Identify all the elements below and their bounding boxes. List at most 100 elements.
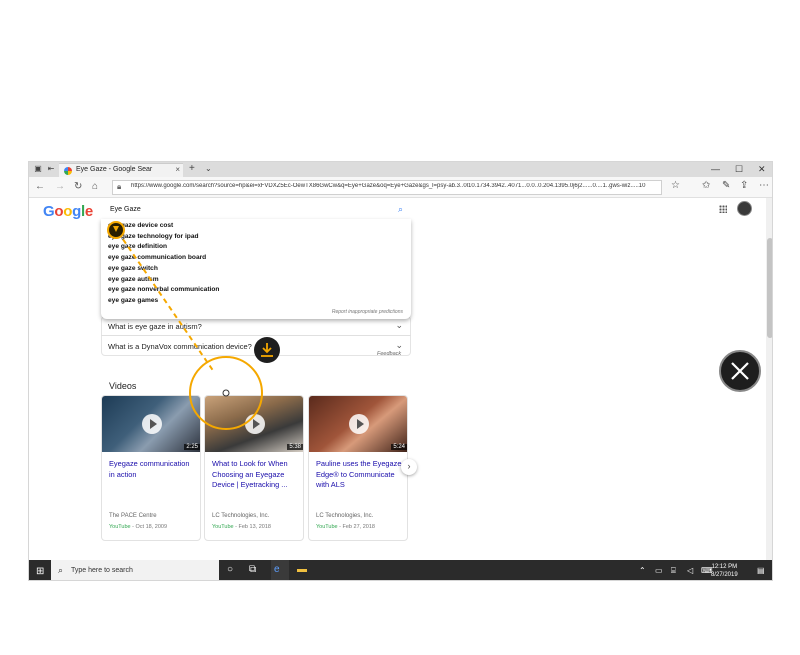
tab-close-icon[interactable]: × [175, 165, 180, 174]
search-icon: ⌕ [58, 565, 64, 575]
search-query: Eye Gaze [110, 206, 141, 213]
video-meta: YouTube - Feb 13, 2018 [212, 524, 271, 530]
video-date: - Oct 18, 2009 [132, 524, 168, 530]
videos-next-button[interactable]: › [401, 459, 417, 475]
suggestion-item[interactable]: eye gaze games [108, 297, 158, 304]
url-input[interactable]: 🔒︎ https://www.google.com/search?source=… [112, 180, 662, 195]
logo-letter: g [72, 203, 81, 220]
windows-start-icon[interactable]: ⊞ [36, 566, 44, 577]
avatar[interactable] [737, 201, 752, 216]
search-input[interactable]: Eye Gaze ⌕ [101, 201, 411, 219]
video-duration: 5:38 [287, 444, 303, 450]
volume-icon[interactable]: ◁ [687, 566, 693, 575]
suggestion-item[interactable]: eye gaze definition [108, 243, 167, 250]
logo-letter: e [84, 203, 93, 220]
video-title[interactable]: Pauline uses the Eyegaze Edge® to Commun… [316, 459, 404, 491]
page-scrollbar[interactable] [766, 198, 772, 560]
maximize-button[interactable]: ☐ [735, 164, 743, 175]
windows-taskbar: ⊞ ⌕ Type here to search ○ ⧉ e ▬ ⌃ ▭ ⌸ ◁ … [29, 560, 772, 580]
home-icon[interactable]: ⌂ [92, 181, 98, 192]
google-favicon-icon [64, 167, 72, 175]
tab-list-icon[interactable]: ⌄ [205, 164, 212, 173]
tray-battery-icon[interactable]: ▭ [655, 566, 663, 575]
video-card[interactable]: 5:24 Pauline uses the Eyegaze Edge® to C… [308, 395, 408, 541]
report-predictions-link[interactable]: Report inappropriate predictions [332, 309, 403, 315]
video-card[interactable]: 5:38 What to Look for When Choosing an E… [204, 395, 304, 541]
feedback-link[interactable]: Feedback [377, 351, 401, 357]
suggestion-item[interactable]: eye gaze switch [108, 265, 158, 272]
favorites-icon[interactable]: ✩ [702, 180, 710, 191]
chevron-down-icon: ⌄ [395, 320, 403, 330]
paa-question-text: What is a DynaVox communication device? [108, 342, 252, 351]
more-menu-icon[interactable]: ⋯ [759, 180, 769, 191]
edge-browser-icon: e [274, 564, 280, 575]
forward-icon[interactable]: → [55, 181, 65, 192]
search-results-page: Google Eye Gaze ⌕ eye gaze device cost e… [29, 198, 772, 560]
clock-date: 8/27/2019 [711, 572, 738, 578]
video-card[interactable]: 2:25 Eyegaze communication in action The… [101, 395, 201, 541]
apps-grid-icon[interactable] [719, 205, 727, 213]
video-meta: YouTube - Oct 18, 2009 [109, 524, 167, 530]
task-view-icon[interactable]: ⧉ [249, 564, 256, 575]
address-bar: ← → ↻ ⌂ 🔒︎ https://www.google.com/search… [29, 177, 772, 198]
play-icon[interactable] [142, 414, 162, 434]
new-tab-button[interactable]: + [189, 163, 195, 174]
play-icon[interactable] [349, 414, 369, 434]
video-title[interactable]: Eyegaze communication in action [109, 459, 197, 480]
close-overlay-button[interactable] [719, 350, 761, 392]
download-action-button[interactable] [254, 337, 280, 363]
paa-question-text: What is eye gaze in autism? [108, 322, 202, 331]
video-meta: YouTube - Feb 27, 2018 [316, 524, 375, 530]
video-source: LC Technologies, Inc. [316, 513, 374, 519]
minimize-button[interactable]: — [711, 164, 720, 174]
search-icon[interactable]: ⌕ [398, 204, 403, 215]
video-title[interactable]: What to Look for When Choosing an Eyegaz… [212, 459, 300, 491]
tab-eye-gaze[interactable]: Eye Gaze - Google Sear × [59, 163, 183, 177]
taskbar-search-box[interactable]: ⌕ Type here to search [51, 560, 219, 580]
video-platform: YouTube [212, 524, 234, 530]
suggestion-item[interactable]: eye gaze communication board [108, 254, 206, 261]
url-text: https://www.google.com/search?source=hp&… [131, 183, 646, 189]
video-thumbnail[interactable]: 5:38 [205, 396, 303, 452]
video-duration: 2:25 [184, 444, 200, 450]
download-icon [261, 343, 273, 357]
cortana-icon[interactable]: ○ [227, 564, 233, 575]
tab-title: Eye Gaze - Google Sear [76, 166, 153, 173]
logo-letter: G [43, 203, 55, 220]
close-window-button[interactable]: ✕ [758, 164, 766, 175]
file-explorer-icon[interactable]: ▬ [297, 564, 307, 575]
video-source: The PACE Centre [109, 513, 157, 519]
refresh-icon[interactable]: ↻ [74, 181, 82, 192]
tab-actions-icon[interactable]: ▣ [32, 164, 44, 174]
gaze-cursor-icon [107, 221, 125, 239]
logo-letter: o [54, 203, 64, 220]
taskbar-search-placeholder: Type here to search [71, 567, 133, 574]
share-icon[interactable]: ⇪ [740, 180, 748, 191]
taskbar-clock[interactable]: 12:12 PM 8/27/2019 [711, 563, 738, 579]
set-aside-tabs-icon[interactable]: ⇤ [45, 164, 57, 174]
videos-heading: Videos [109, 381, 137, 391]
scrollbar-thumb[interactable] [767, 238, 772, 338]
play-icon[interactable] [245, 414, 265, 434]
back-icon[interactable]: ← [35, 181, 45, 192]
screen-capture: ▣ ⇤ Eye Gaze - Google Sear × + ⌄ — ☐ ✕ ←… [28, 161, 773, 581]
google-logo[interactable]: Google [43, 203, 93, 220]
suggestion-item[interactable]: eye gaze autism [108, 276, 159, 283]
close-icon [731, 362, 749, 380]
tray-chevron-icon[interactable]: ⌃ [639, 566, 646, 575]
video-thumbnail[interactable]: 5:24 [309, 396, 407, 452]
video-date: - Feb 27, 2018 [339, 524, 375, 530]
autocomplete-dropdown: eye gaze device cost eye gaze technology… [101, 219, 411, 319]
browser-tab-bar: ▣ ⇤ Eye Gaze - Google Sear × + ⌄ — ☐ ✕ [29, 162, 772, 177]
paa-question[interactable]: What is eye gaze in autism? ⌄ [101, 316, 411, 336]
suggestion-item[interactable]: eye gaze nonverbal communication [108, 286, 219, 293]
video-source: LC Technologies, Inc. [212, 513, 270, 519]
video-thumbnail[interactable]: 2:25 [102, 396, 200, 452]
network-icon[interactable]: ⌸ [671, 566, 676, 576]
video-date: - Feb 13, 2018 [235, 524, 271, 530]
action-center-icon[interactable]: ▤ [757, 566, 765, 575]
video-platform: YouTube [316, 524, 338, 530]
notes-icon[interactable]: ✎ [722, 180, 730, 191]
favorite-star-icon[interactable]: ☆ [671, 180, 680, 191]
chevron-down-icon: ⌄ [395, 340, 403, 350]
